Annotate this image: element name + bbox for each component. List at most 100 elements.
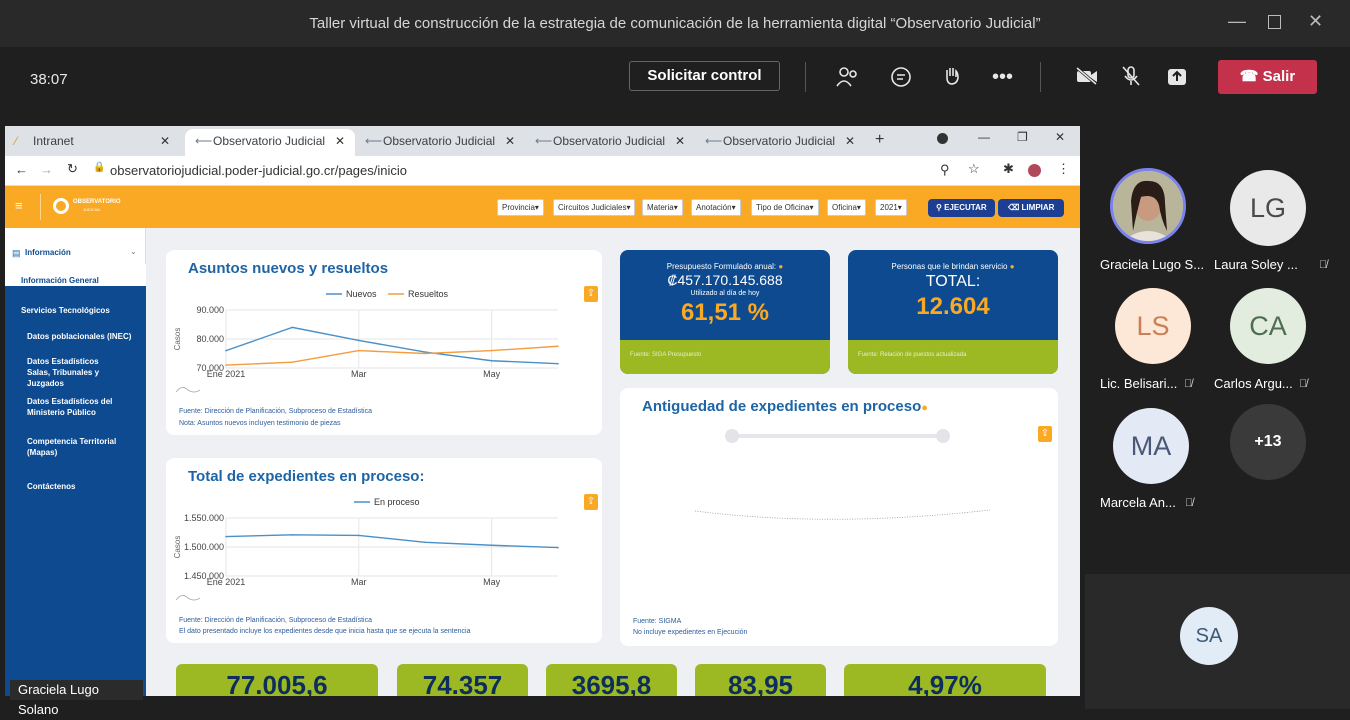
- mic-muted-icon: 🎙̸: [1299, 378, 1308, 390]
- more-participants-button[interactable]: +13: [1230, 404, 1306, 480]
- zoom-icon[interactable]: ⚲: [940, 162, 950, 178]
- browser-tab-active[interactable]: ⟵ Observatorio Judicial ✕: [185, 129, 355, 156]
- data-point: [225, 349, 227, 352]
- close-tab-icon[interactable]: ✕: [335, 129, 345, 153]
- sidebar-item-competencia[interactable]: Competencia Territorial (Mapas): [5, 436, 123, 458]
- filter-materia[interactable]: Materia▾: [642, 199, 683, 216]
- data-point: [358, 349, 360, 352]
- filter-provincia[interactable]: Provincia▾: [497, 199, 544, 216]
- call-timer: 38:07: [30, 71, 68, 88]
- forward-icon[interactable]: →: [40, 162, 53, 177]
- new-tab-icon[interactable]: +: [875, 131, 884, 149]
- extensions-icon[interactable]: ✱: [1003, 161, 1014, 177]
- bookmark-star-icon[interactable]: ☆: [968, 161, 980, 177]
- navigator-mini-chart: [175, 595, 201, 601]
- close-tab-icon[interactable]: ✕: [845, 129, 855, 153]
- sidebar-item-contactenos[interactable]: Contáctenos: [5, 482, 146, 491]
- series-line-resueltos: [225, 345, 559, 366]
- sidebar-item-ministerio[interactable]: Datos Estadísticos del Ministerio Públic…: [5, 396, 123, 418]
- browser-tab[interactable]: ⟵ Observatorio Judicial ✕: [695, 129, 865, 156]
- browser-menu-icon[interactable]: ⋮: [1057, 161, 1070, 177]
- address-bar[interactable]: observatoriojudicial.poder-judicial.go.c…: [110, 163, 407, 178]
- kpi-total-label: TOTAL:: [925, 273, 981, 290]
- clear-button[interactable]: ⌫ LIMPIAR: [998, 199, 1065, 217]
- browser-tab[interactable]: ⁄ Intranet ✕: [5, 129, 180, 156]
- back-icon[interactable]: ←: [15, 162, 28, 177]
- tab-label: Intranet: [33, 134, 74, 148]
- sidebar-item-salas[interactable]: Datos Estadísticos Salas, Tribunales y J…: [5, 356, 123, 389]
- window-titlebar: Taller virtual de construcción de la est…: [0, 0, 1350, 47]
- filter-oficina[interactable]: Oficina▾: [827, 199, 866, 216]
- close-tab-icon[interactable]: ✕: [675, 129, 685, 153]
- range-slider-handle-right[interactable]: [936, 429, 950, 443]
- tab-label: Observatorio Judicial: [553, 134, 666, 148]
- raise-hand-icon[interactable]: [941, 64, 965, 94]
- minimize-icon[interactable]: —: [978, 130, 990, 144]
- data-point: [291, 534, 294, 536]
- mic-muted-icon: 🎙̸: [1185, 497, 1194, 509]
- participant-name: Graciela Lugo S...: [1100, 257, 1205, 272]
- camera-off-icon[interactable]: [1075, 66, 1099, 92]
- participant-avatar[interactable]: CA: [1230, 288, 1306, 364]
- participant-avatar[interactable]: LS: [1115, 288, 1191, 364]
- site-sidebar: ▤ Información ⌄ Información General Serv…: [5, 228, 146, 696]
- search-icon: ⚲: [936, 203, 942, 212]
- restore-icon[interactable]: [1268, 15, 1281, 29]
- self-avatar[interactable]: SA: [1180, 607, 1238, 665]
- sidebar-item-inec[interactable]: Datos poblacionales (INEC): [5, 332, 146, 341]
- tab-label: Observatorio Judicial: [723, 134, 836, 148]
- logo-icon: [53, 198, 69, 214]
- filter-anotacion[interactable]: Anotación▾: [691, 199, 741, 216]
- sidebar-section-header[interactable]: [5, 228, 146, 264]
- chevron-down-icon: ⌄: [130, 247, 137, 256]
- export-icon[interactable]: ⇪: [1038, 426, 1052, 442]
- card-title: Asuntos nuevos y resueltos: [188, 260, 389, 277]
- x-tick-label: Ene 2021: [207, 577, 246, 587]
- filter-tipo-oficina[interactable]: Tipo de Oficina▾: [751, 199, 819, 216]
- site-logo-text: OBSERVATORIO: [73, 199, 121, 205]
- browser-tab[interactable]: ⟵ Observatorio Judicial ✕: [525, 129, 695, 156]
- data-point: [424, 352, 427, 355]
- range-slider-track[interactable]: [732, 434, 944, 438]
- card-note: No incluye expedientes en Ejecución: [633, 629, 748, 636]
- kpi-tile: 4,97%: [844, 664, 1046, 696]
- kpi-label: Presupuesto Formulado anual: ●: [666, 262, 784, 271]
- sidebar-item-info-general[interactable]: Información General: [5, 276, 146, 285]
- y-tick-label: 80.000: [196, 334, 224, 344]
- mic-off-icon[interactable]: [1120, 64, 1142, 94]
- profile-avatar[interactable]: [1028, 164, 1041, 177]
- minimize-icon[interactable]: —: [1228, 12, 1246, 30]
- profile-icon[interactable]: [937, 133, 948, 144]
- close-icon[interactable]: ✕: [1308, 12, 1323, 30]
- reload-icon[interactable]: ↻: [67, 161, 78, 177]
- range-slider-handle-left[interactable]: [725, 429, 739, 443]
- participants-icon[interactable]: [836, 66, 860, 94]
- card-title: Total de expedientes en proceso:: [188, 468, 425, 485]
- data-point: [557, 345, 559, 348]
- chat-icon[interactable]: [890, 66, 912, 94]
- legend-label: Resueltos: [408, 289, 449, 299]
- sidebar-item-servicios[interactable]: Servicios Tecnológicos: [5, 306, 146, 315]
- close-tab-icon[interactable]: ✕: [505, 129, 515, 153]
- request-control-button[interactable]: Solicitar control: [629, 61, 780, 91]
- data-point: [291, 326, 294, 329]
- data-point: [490, 544, 493, 547]
- participant-photo[interactable]: [1110, 168, 1186, 244]
- data-point: [490, 349, 493, 352]
- mic-muted-icon: 🎙̸: [1184, 378, 1193, 390]
- run-button[interactable]: ⚲ EJECUTAR: [928, 199, 995, 217]
- participant-avatar[interactable]: LG: [1230, 170, 1306, 246]
- data-point: [291, 361, 294, 363]
- filter-year[interactable]: 2021▾: [875, 199, 907, 216]
- leave-call-button[interactable]: ☎ Salir: [1218, 60, 1317, 94]
- share-screen-icon[interactable]: [1167, 67, 1187, 93]
- hamburger-icon[interactable]: ≡: [15, 198, 23, 213]
- sidebar-item-informacion[interactable]: Información: [5, 248, 146, 257]
- more-options-icon[interactable]: •••: [992, 66, 1013, 89]
- filter-circuitos[interactable]: Circuitos Judiciales▾: [553, 199, 636, 216]
- close-tab-icon[interactable]: ✕: [160, 129, 170, 153]
- participant-avatar[interactable]: MA: [1113, 408, 1189, 484]
- restore-icon[interactable]: ❐: [1017, 130, 1028, 144]
- close-icon[interactable]: ✕: [1055, 130, 1065, 144]
- browser-tab[interactable]: ⟵ Observatorio Judicial ✕: [355, 129, 525, 156]
